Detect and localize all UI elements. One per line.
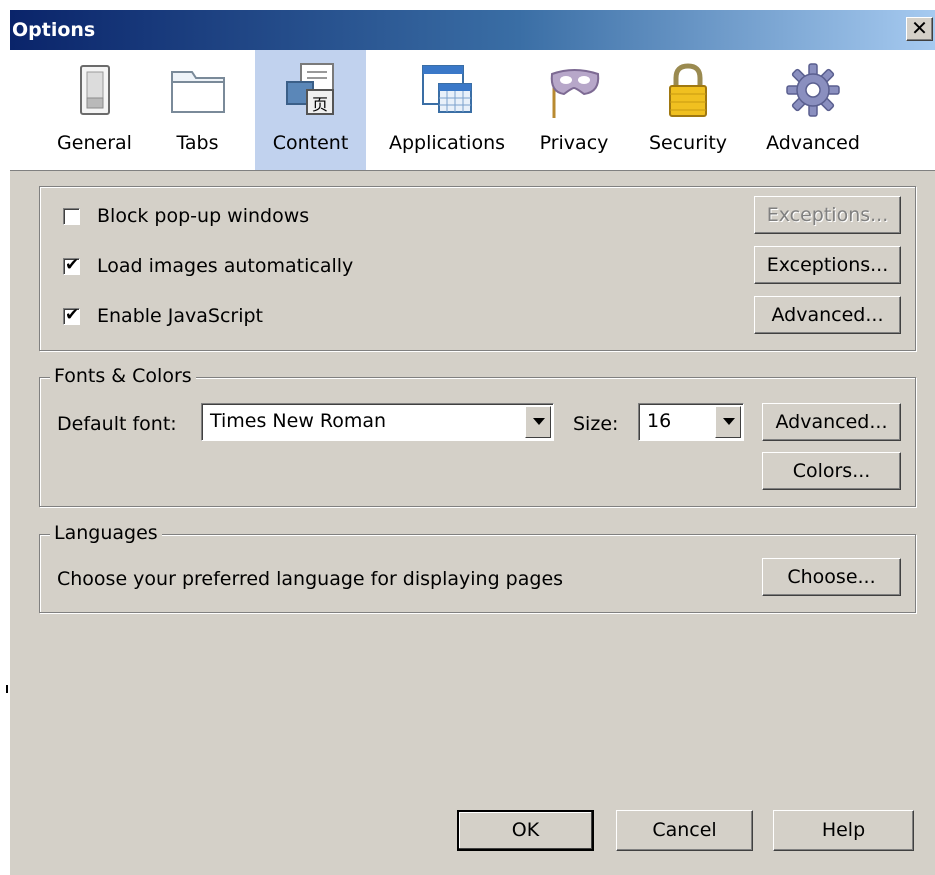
popup-exceptions-button[interactable]: Exceptions... bbox=[754, 196, 901, 234]
load-images-label[interactable]: Load images automatically bbox=[97, 255, 353, 277]
pane-label-advanced: Advanced bbox=[766, 132, 860, 154]
pane-advanced[interactable]: Advanced bbox=[758, 50, 868, 170]
choose-languages-button[interactable]: Choose... bbox=[762, 558, 901, 596]
pane-privacy[interactable]: Privacy bbox=[530, 50, 618, 170]
cancel-button[interactable]: Cancel bbox=[616, 810, 753, 851]
window-title: Options bbox=[12, 19, 96, 41]
svg-text:页: 页 bbox=[311, 95, 327, 114]
javascript-advanced-button[interactable]: Advanced... bbox=[754, 296, 901, 334]
javascript-row: ✔ Enable JavaScript bbox=[63, 305, 263, 327]
size-label: Size: bbox=[573, 413, 619, 435]
ok-button[interactable]: OK bbox=[457, 810, 594, 851]
pane-label-privacy: Privacy bbox=[539, 132, 609, 154]
close-icon: ✕ bbox=[911, 16, 928, 40]
content-page-icon: 页 bbox=[285, 63, 334, 115]
gear-icon bbox=[786, 63, 840, 117]
close-button[interactable]: ✕ bbox=[906, 17, 933, 41]
languages-group: Languages Choose your preferred language… bbox=[39, 522, 916, 613]
checkbox-mark: ✔ bbox=[65, 254, 80, 275]
pane-security[interactable]: Security bbox=[638, 50, 738, 170]
folder-tabs-icon bbox=[170, 71, 225, 113]
font-size-select[interactable]: 16 bbox=[638, 403, 744, 441]
images-exceptions-button[interactable]: Exceptions... bbox=[754, 246, 901, 284]
pane-label-applications: Applications bbox=[388, 132, 506, 154]
pane-label-content: Content bbox=[272, 132, 349, 154]
default-font-label: Default font: bbox=[57, 413, 177, 435]
javascript-checkbox[interactable]: ✔ bbox=[63, 304, 80, 325]
options-dialog: Options ✕ General Tabs 页 Content Applica… bbox=[10, 10, 935, 875]
chevron-down-icon[interactable] bbox=[525, 406, 551, 438]
load-images-row: ✔ Load images automatically bbox=[63, 255, 353, 277]
javascript-label[interactable]: Enable JavaScript bbox=[97, 305, 263, 327]
pane-label-security: Security bbox=[648, 132, 728, 154]
colors-button[interactable]: Colors... bbox=[762, 452, 901, 490]
languages-description: Choose your preferred language for displ… bbox=[57, 568, 564, 590]
default-font-select[interactable]: Times New Roman bbox=[201, 403, 554, 441]
pane-label-general: General bbox=[57, 132, 132, 154]
checkbox-mark: ✔ bbox=[65, 304, 80, 325]
default-font-value: Times New Roman bbox=[210, 410, 387, 432]
padlock-icon bbox=[669, 63, 707, 117]
font-size-value: 16 bbox=[647, 410, 672, 432]
pane-applications[interactable]: Applications bbox=[383, 50, 511, 170]
pane-label-tabs: Tabs bbox=[176, 132, 219, 154]
block-popups-label[interactable]: Block pop-up windows bbox=[97, 205, 309, 227]
block-popups-row: Block pop-up windows bbox=[63, 205, 309, 227]
pane-content[interactable]: 页 Content bbox=[255, 50, 366, 170]
preferences-toolbar: General Tabs 页 Content Applications Priv… bbox=[10, 50, 935, 171]
content-group: Block pop-up windows Exceptions... ✔ Loa… bbox=[39, 186, 916, 351]
title-bar[interactable]: Options ✕ bbox=[10, 10, 935, 50]
help-button[interactable]: Help bbox=[773, 810, 914, 851]
pane-general[interactable]: General bbox=[52, 50, 137, 170]
switch-icon bbox=[79, 65, 110, 115]
background-edge-mark bbox=[6, 685, 8, 693]
fonts-colors-group: Fonts & Colors Default font: Times New R… bbox=[39, 365, 916, 507]
load-images-checkbox[interactable]: ✔ bbox=[63, 254, 80, 275]
pane-tabs[interactable]: Tabs bbox=[160, 50, 235, 170]
fonts-advanced-button[interactable]: Advanced... bbox=[762, 403, 901, 441]
block-popups-checkbox[interactable] bbox=[63, 207, 80, 225]
applications-window-icon bbox=[422, 65, 472, 113]
chevron-down-icon[interactable] bbox=[715, 406, 741, 438]
mask-icon bbox=[550, 69, 600, 118]
fonts-colors-legend: Fonts & Colors bbox=[50, 365, 196, 387]
languages-legend: Languages bbox=[50, 522, 162, 544]
